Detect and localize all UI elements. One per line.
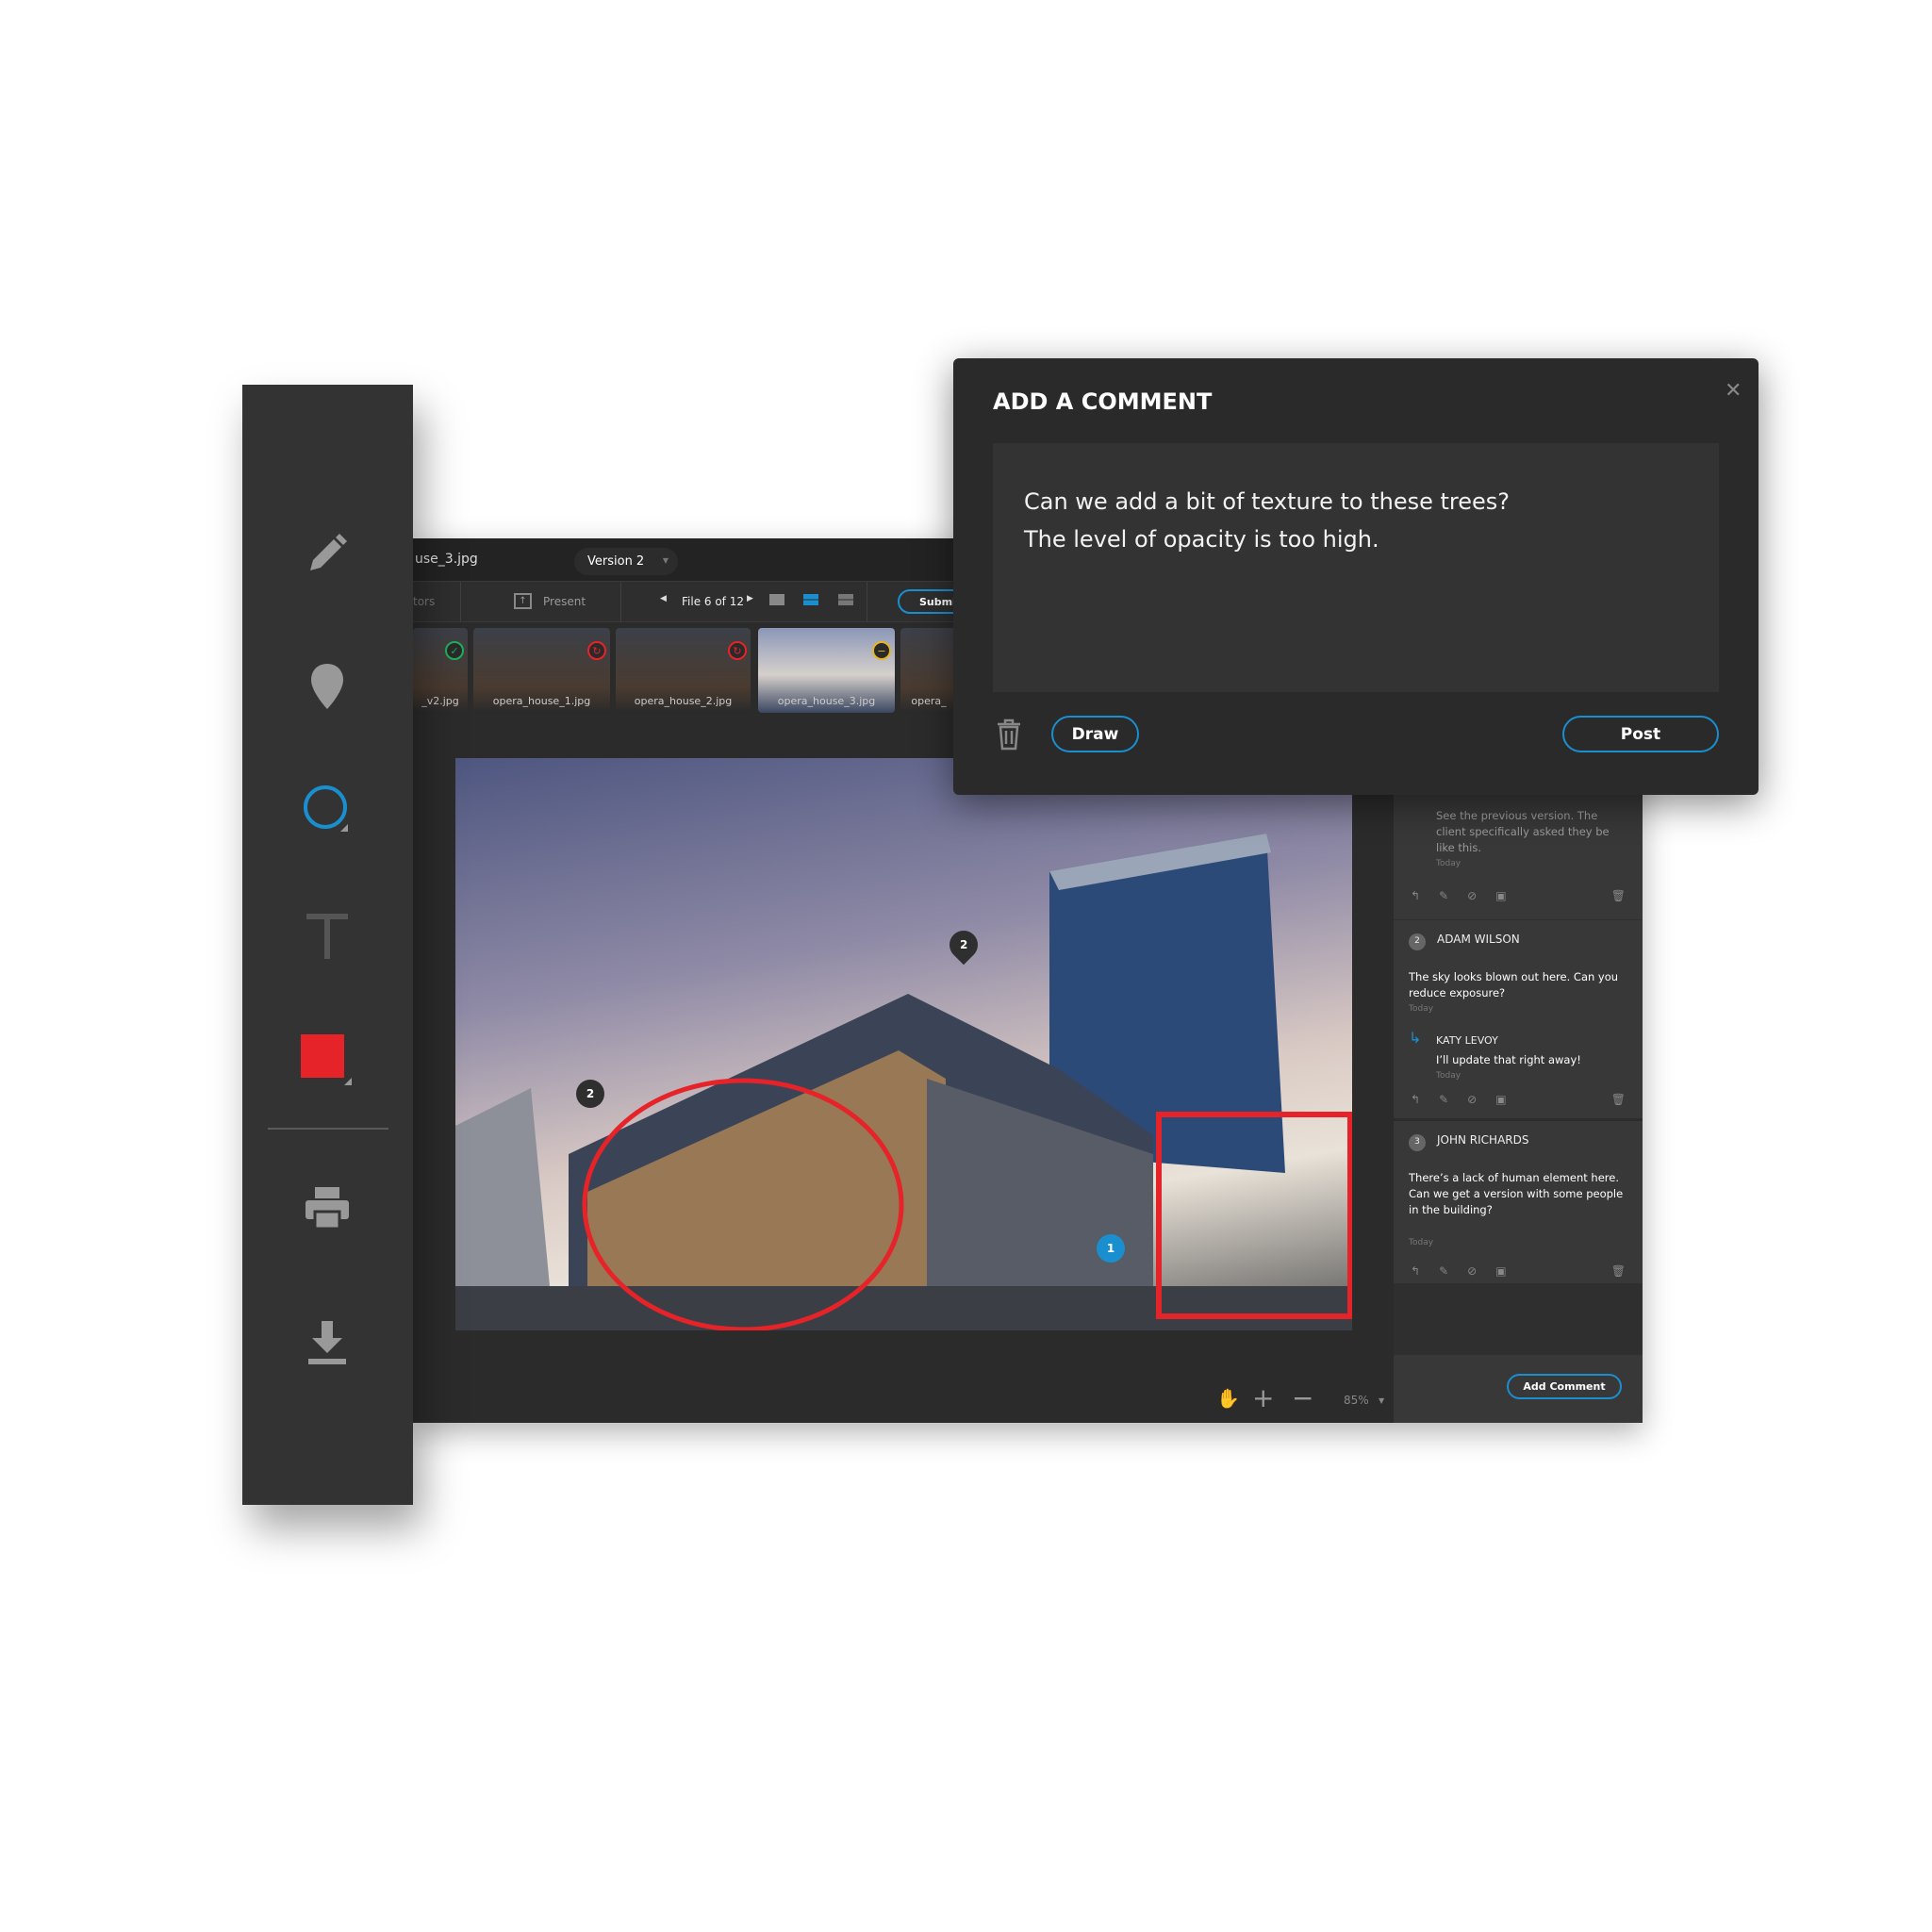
divider <box>268 1128 388 1130</box>
reply-time: Today <box>1436 1070 1461 1081</box>
comment-pin-active[interactable]: 1 <box>1097 1234 1125 1263</box>
pencil-icon[interactable] <box>299 525 355 582</box>
comment-reply: See the previous version. The client spe… <box>1394 808 1643 872</box>
reply-icon[interactable]: ↰ <box>1411 1264 1420 1278</box>
thumbnail-label: opera_house_2.jpg <box>634 695 733 707</box>
zoom-out-icon[interactable]: − <box>1292 1382 1313 1413</box>
version-select[interactable]: Version 2 ▼ <box>574 548 678 575</box>
filmstrip-view-icon[interactable] <box>803 594 818 605</box>
prev-file-icon[interactable]: ◀ <box>660 594 667 603</box>
edit-icon[interactable]: ✎ <box>1439 1093 1448 1106</box>
thumbnail-label: opera_house_1.jpg <box>492 695 591 707</box>
map-pin-icon[interactable] <box>299 658 355 715</box>
comments-panel: See the previous version. The client spe… <box>1394 795 1643 1283</box>
circle-icon[interactable] <box>299 781 355 837</box>
print-icon[interactable] <box>299 1180 355 1236</box>
thumbnail-label: _v2.jpg <box>421 695 459 707</box>
comment-textarea[interactable]: Can we add a bit of texture to these tre… <box>993 443 1719 692</box>
approved-icon: ✓ <box>445 641 464 660</box>
chevron-down-icon: ▼ <box>662 556 669 565</box>
reply-icon[interactable]: ↰ <box>1411 1093 1420 1106</box>
comment-number: 3 <box>1409 1133 1426 1151</box>
thumbnail-selected[interactable]: opera_house_3.jpg − <box>758 628 895 713</box>
thumbnail[interactable]: opera_house_1.jpg ↻ <box>473 628 610 713</box>
annotation-tools-panel <box>242 385 413 1505</box>
pending-icon: − <box>872 641 891 660</box>
draw-button[interactable]: Draw <box>1051 716 1139 752</box>
thumbnail[interactable]: opera_ <box>900 628 957 713</box>
attach-icon[interactable]: ⊘ <box>1467 1264 1477 1278</box>
comment-pin[interactable]: 2 <box>576 1080 604 1108</box>
review-image[interactable]: 2 2 1 <box>455 758 1352 1330</box>
thumbnail[interactable]: _v2.jpg ✓ <box>413 628 468 713</box>
upload-icon: ↑ <box>514 593 532 609</box>
comment-item: 2 ADAM WILSON The sky looks blown out her… <box>1394 919 1643 1084</box>
add-comment-dialog: ADD A COMMENT ✕ Can we add a bit of text… <box>953 358 1759 795</box>
comment-actions: ↰ ✎ ⊘ ▣ 🗑 <box>1411 1264 1626 1278</box>
comment-actions: ↰ ✎ ⊘ ▣ 🗑 <box>1411 889 1626 902</box>
file-counter: File 6 of 12 <box>682 595 744 608</box>
thumbnail-label: opera_house_3.jpg <box>777 695 876 707</box>
comment-number: 2 <box>1409 933 1426 950</box>
pin-number: 2 <box>586 1087 595 1100</box>
download-icon[interactable] <box>299 1314 355 1371</box>
reply-text: I’ll update that right away! <box>1436 1052 1581 1066</box>
thumbnail[interactable]: opera_house_2.jpg ↻ <box>616 628 751 713</box>
add-comment-button[interactable]: Add Comment <box>1507 1374 1622 1399</box>
pin-number: 1 <box>1106 1242 1115 1255</box>
file-name: use_3.jpg <box>415 552 478 567</box>
delete-icon[interactable]: 🗑 <box>1611 889 1626 902</box>
comment-author: ADAM WILSON <box>1437 933 1520 946</box>
revise-icon: ↻ <box>728 641 747 660</box>
trash-icon[interactable] <box>996 718 1022 751</box>
collaborators-button[interactable]: tors <box>413 595 435 608</box>
resolve-checkbox-icon[interactable]: ▣ <box>1495 1093 1506 1106</box>
attach-icon[interactable]: ⊘ <box>1467 1093 1477 1106</box>
hand-pan-icon[interactable]: ✋ <box>1216 1387 1240 1410</box>
dialog-title: ADD A COMMENT <box>993 388 1213 415</box>
delete-icon[interactable]: 🗑 <box>1611 1093 1626 1106</box>
revise-icon: ↻ <box>587 641 606 660</box>
close-icon[interactable]: ✕ <box>1725 379 1742 403</box>
reply-author: KATY LEVOY <box>1436 1033 1498 1047</box>
pin-number: 2 <box>959 938 968 952</box>
text-icon[interactable] <box>299 908 355 965</box>
comment-text: See the previous version. The client spe… <box>1436 809 1610 854</box>
zoom-in-icon[interactable]: + <box>1252 1382 1274 1413</box>
zoom-level[interactable]: 85% <box>1344 1394 1369 1407</box>
thumbnail-label: opera_ <box>911 695 947 707</box>
comments-footer: Add Comment <box>1394 1355 1643 1423</box>
comment-text-line: The level of opacity is too high. <box>1024 526 1379 553</box>
comment-item: 3 JOHN RICHARDS There’s a lack of human e… <box>1394 1118 1643 1260</box>
reply-icon[interactable]: ↰ <box>1411 889 1420 902</box>
comment-time: Today <box>1409 1003 1434 1014</box>
resolve-checkbox-icon[interactable]: ▣ <box>1495 1264 1506 1278</box>
comment-time: Today <box>1409 1237 1434 1247</box>
comment-text: There’s a lack of human element here. Ca… <box>1409 1170 1624 1216</box>
resolve-checkbox-icon[interactable]: ▣ <box>1495 889 1506 902</box>
present-label: Present <box>543 594 586 608</box>
edit-icon[interactable]: ✎ <box>1439 889 1448 902</box>
comment-actions: ↰ ✎ ⊘ ▣ 🗑 <box>1411 1093 1626 1106</box>
attach-icon[interactable]: ⊘ <box>1467 889 1477 902</box>
comments-empty-area <box>1394 1283 1643 1355</box>
post-button[interactable]: Post <box>1562 716 1719 752</box>
comment-text: The sky looks blown out here. Can you re… <box>1409 969 1619 999</box>
comment-reply: ↳ KATY LEVOY I’ll update that right away… <box>1409 1028 1627 1084</box>
single-view-icon[interactable] <box>769 594 784 605</box>
comment-author: JOHN RICHARDS <box>1437 1133 1529 1147</box>
next-file-icon[interactable]: ▶ <box>747 594 753 603</box>
edit-icon[interactable]: ✎ <box>1439 1264 1448 1278</box>
comment-text-line: Can we add a bit of texture to these tre… <box>1024 488 1511 515</box>
version-label: Version 2 <box>587 554 645 569</box>
zoom-dropdown-icon[interactable]: ▼ <box>1379 1396 1384 1405</box>
comment-time: Today <box>1436 859 1461 868</box>
present-button[interactable]: ↑ Present <box>514 593 586 609</box>
building-render <box>455 834 1352 1330</box>
color-swatch-icon[interactable] <box>299 1032 355 1089</box>
reply-arrow-icon: ↳ <box>1409 1028 1422 1047</box>
delete-icon[interactable]: 🗑 <box>1611 1264 1626 1278</box>
grid-view-icon[interactable] <box>838 594 853 605</box>
